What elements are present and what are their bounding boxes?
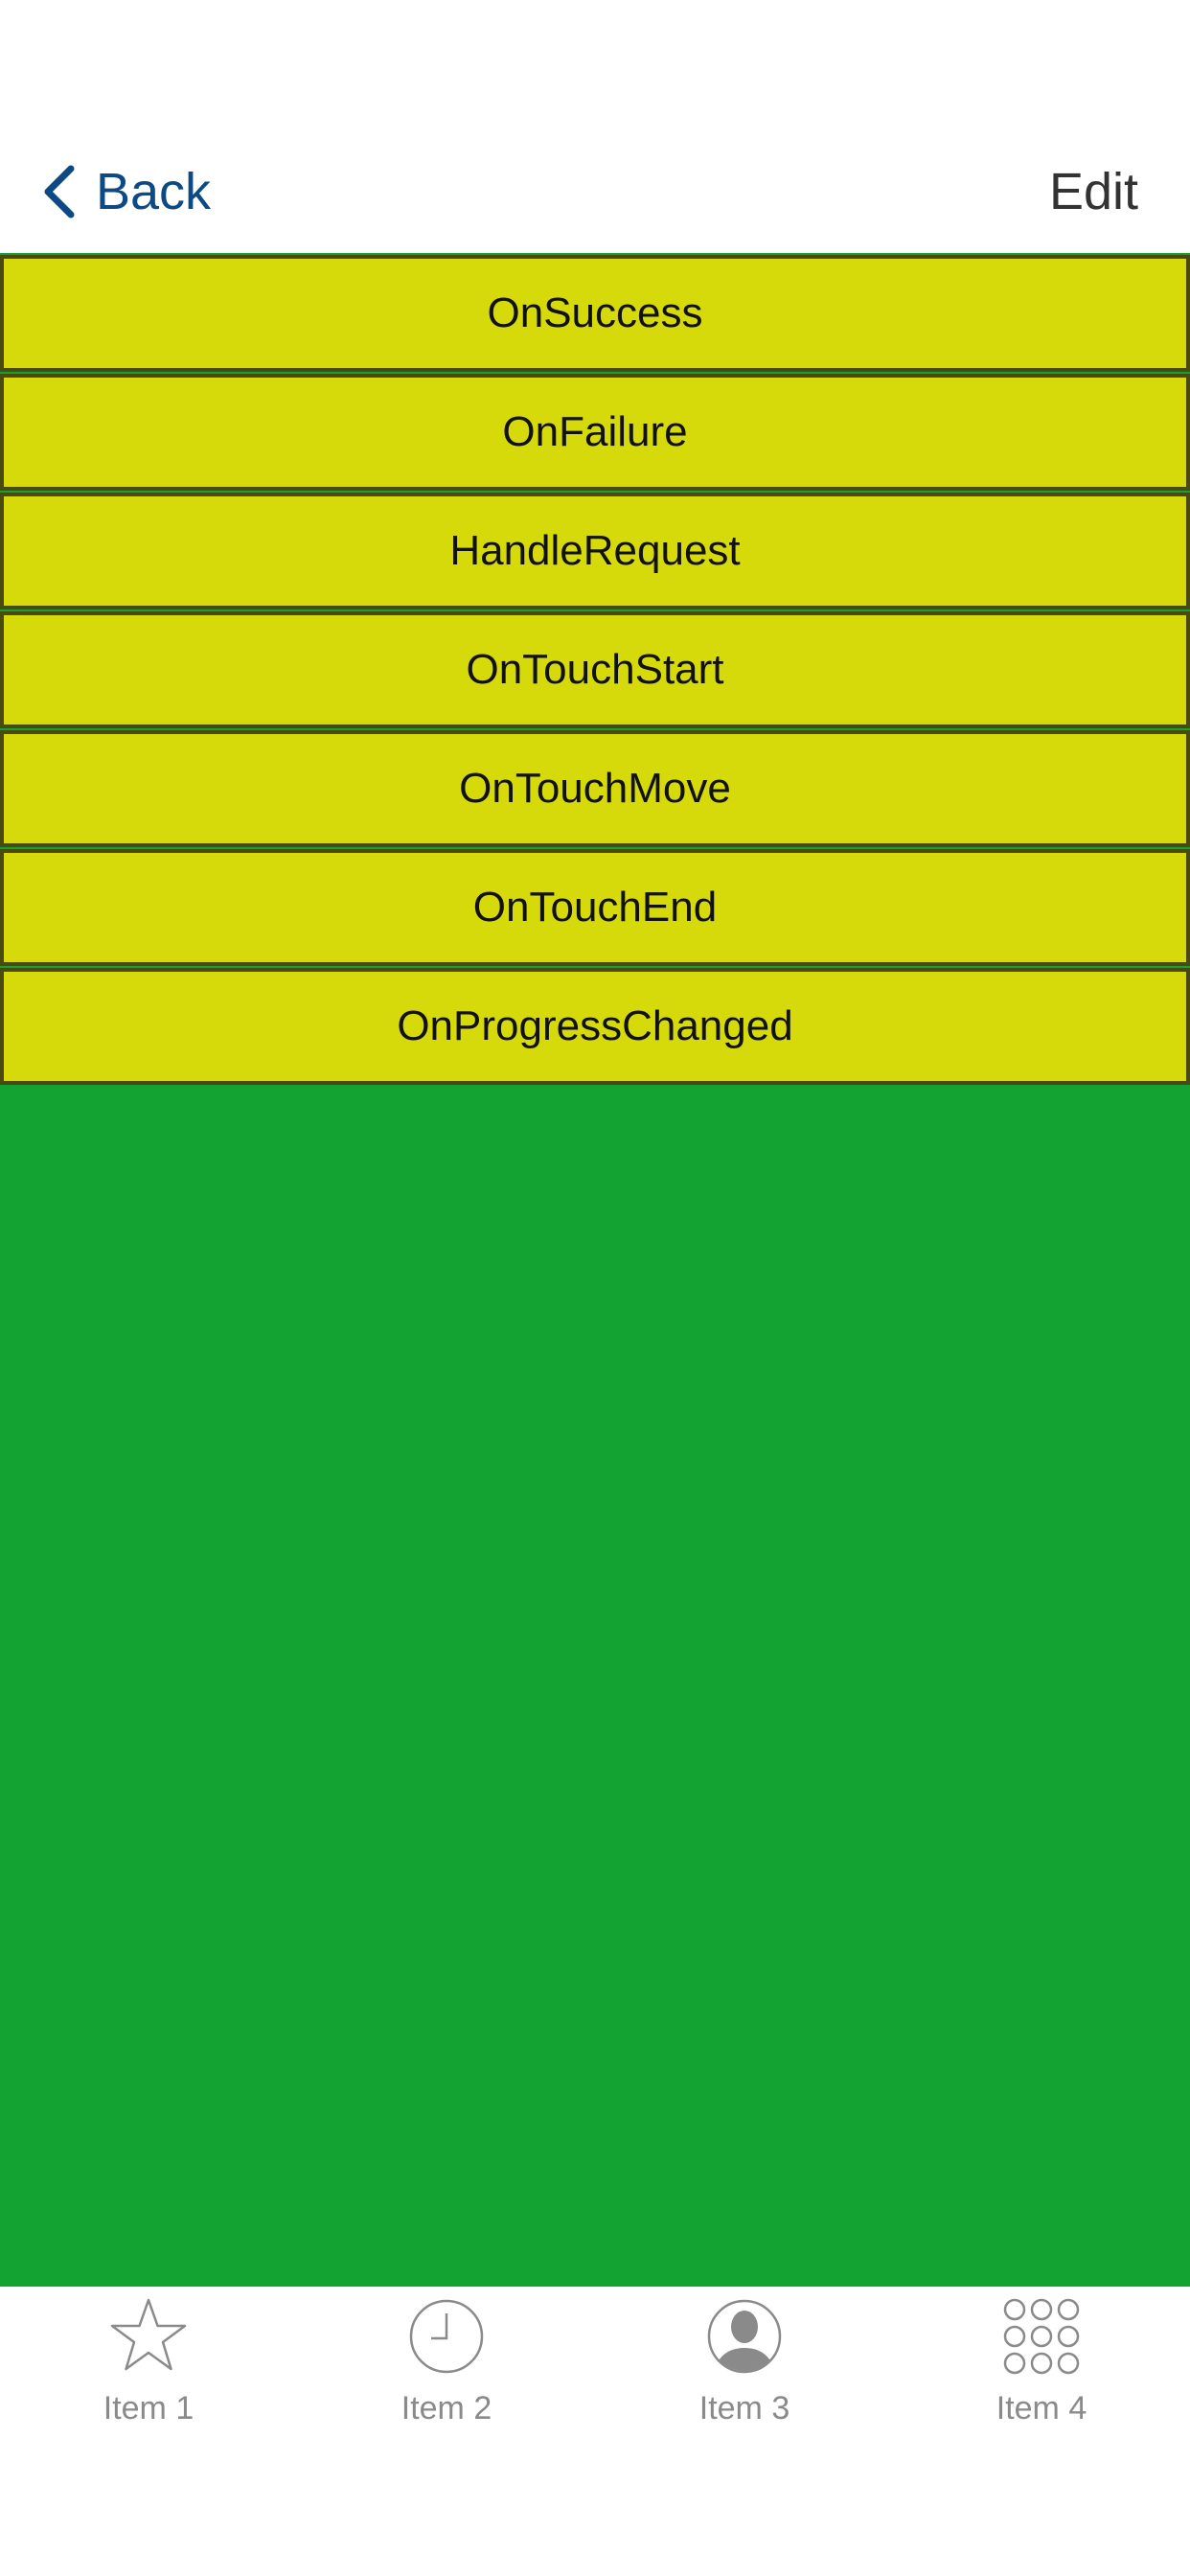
event-row-on-failure[interactable]: OnFailure <box>0 374 1190 491</box>
event-label: OnTouchStart <box>466 646 724 693</box>
event-row-handle-request[interactable]: HandleRequest <box>0 493 1190 610</box>
event-label: HandleRequest <box>449 527 741 574</box>
event-label: OnSuccess <box>487 289 703 336</box>
event-row-on-success[interactable]: OnSuccess <box>0 255 1190 372</box>
clock-icon <box>409 2299 484 2374</box>
event-row-on-touch-move[interactable]: OnTouchMove <box>0 730 1190 847</box>
event-list: OnSuccess OnFailure HandleRequest OnTouc… <box>0 253 1190 2287</box>
event-row-on-touch-start[interactable]: OnTouchStart <box>0 611 1190 728</box>
star-icon <box>110 2298 187 2371</box>
edit-button[interactable]: Edit <box>1049 153 1138 230</box>
grid-icon <box>1003 2298 1080 2375</box>
tab-label: Item 4 <box>995 2390 1087 2426</box>
person-icon <box>707 2299 782 2374</box>
event-label: OnFailure <box>502 408 688 455</box>
tab-label: Item 3 <box>698 2390 790 2426</box>
back-label: Back <box>96 163 212 220</box>
event-label: OnTouchEnd <box>472 884 718 931</box>
chevron-left-icon <box>44 165 75 218</box>
navigation-bar: Back Edit <box>0 0 1190 254</box>
event-label: OnProgressChanged <box>397 1002 793 1049</box>
tab-item-1[interactable]: Item 1 <box>53 2296 244 2440</box>
event-row-on-progress-changed[interactable]: OnProgressChanged <box>0 968 1190 1085</box>
tab-label: Item 2 <box>400 2390 492 2426</box>
tab-item-4[interactable]: Item 4 <box>946 2296 1137 2440</box>
tab-item-2[interactable]: Item 2 <box>351 2296 542 2440</box>
event-row-on-touch-end[interactable]: OnTouchEnd <box>0 849 1190 966</box>
event-label: OnTouchMove <box>459 765 731 812</box>
tab-label: Item 1 <box>103 2390 195 2426</box>
tab-item-3[interactable]: Item 3 <box>649 2296 840 2440</box>
tab-bar: Item 1 Item 2 Item 3 Item 4 <box>0 2287 1190 2576</box>
back-button[interactable]: Back <box>42 153 211 230</box>
app-screen: Back Edit OnSuccess OnFailure HandleRequ… <box>0 0 1190 2576</box>
edit-label: Edit <box>1048 163 1138 220</box>
